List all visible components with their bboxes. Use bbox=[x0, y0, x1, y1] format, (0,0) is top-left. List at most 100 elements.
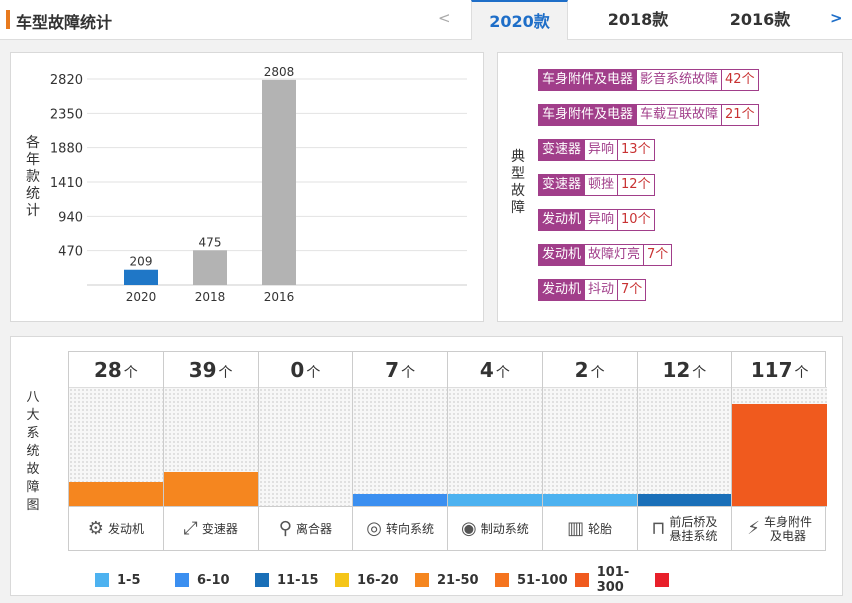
legend-label: 51-100 bbox=[517, 572, 568, 588]
system-bar-area bbox=[353, 388, 447, 506]
side-label-char: 统 bbox=[26, 444, 40, 459]
fault-item[interactable]: 变速器 异响 13个 bbox=[538, 139, 655, 161]
tire-icon: ▥ bbox=[567, 518, 585, 539]
system-label-text: 变速器 bbox=[201, 521, 238, 536]
fault-name: 异响 bbox=[585, 209, 619, 231]
gearshift-icon: ⤢ bbox=[183, 518, 198, 539]
fault-category: 车身附件及电器 bbox=[538, 104, 638, 126]
fault-item[interactable]: 变速器 顿挫 12个 bbox=[538, 174, 655, 196]
bar-value-label: 2808 bbox=[264, 65, 295, 79]
system-count-unit: 个 bbox=[218, 365, 233, 381]
fault-name: 故障灯亮 bbox=[585, 244, 645, 266]
system-label: ⚙ 发动机 bbox=[69, 506, 163, 550]
fault-name: 顿挫 bbox=[585, 174, 619, 196]
legend: 1-5 6-10 11-15 16-20 21-50 51-100 101-300 bbox=[95, 565, 735, 595]
system-label-text: 制动系统 bbox=[480, 521, 529, 536]
system-label: ⚲ 离合器 bbox=[258, 506, 353, 550]
legend-item: 6-10 bbox=[175, 565, 255, 595]
legend-label: 101-300 bbox=[596, 565, 630, 595]
system-count-value: 2 bbox=[574, 358, 589, 382]
x-tick-label: 2016 bbox=[264, 290, 295, 304]
page-title: 车型故障统计 bbox=[16, 13, 113, 32]
system-count-unit: 个 bbox=[401, 365, 416, 381]
side-label-char: 典 bbox=[511, 149, 525, 165]
legend-swatch bbox=[175, 573, 189, 587]
system-column[interactable]: 12 个 ⊓ 前后桥及 悬挂系统 bbox=[637, 352, 733, 550]
side-label-char: 故 bbox=[26, 462, 40, 477]
year-bar-chart: 470 940 1410 1880 2350 2820 209 2020 475 2018 2808… bbox=[50, 65, 467, 304]
next-arrow[interactable]: > bbox=[830, 9, 843, 27]
fault-count: 12个 bbox=[618, 174, 655, 196]
system-count-value: 117 bbox=[750, 358, 793, 382]
system-column[interactable]: 28 个 ⚙ 发动机 bbox=[69, 352, 164, 550]
fault-name: 异响 bbox=[585, 139, 619, 161]
x-tick-label: 2018 bbox=[195, 290, 226, 304]
system-column[interactable]: 39 个 ⤢ 变速器 bbox=[163, 352, 259, 550]
axle-icon: ⊓ bbox=[651, 518, 666, 539]
fault-name: 抖动 bbox=[585, 279, 619, 301]
system-bar-area bbox=[637, 388, 732, 506]
legend-swatch bbox=[415, 573, 429, 587]
fault-item[interactable]: 车身附件及电器 车载互联故障 21个 bbox=[538, 104, 759, 126]
tab-2020[interactable]: 2020款 bbox=[471, 0, 568, 40]
bar-2016 bbox=[262, 79, 296, 286]
title-accent bbox=[6, 10, 10, 29]
system-count-value: 28 bbox=[93, 358, 122, 382]
fault-count: 42个 bbox=[722, 69, 759, 91]
fault-category: 发动机 bbox=[538, 209, 586, 231]
legend-item: 21-50 bbox=[415, 565, 495, 595]
system-label-text: 离合器 bbox=[295, 521, 332, 536]
system-column[interactable]: 2 个 ▥ 轮胎 bbox=[542, 352, 638, 550]
system-count-value: 12 bbox=[662, 358, 691, 382]
fault-count: 10个 bbox=[618, 209, 655, 231]
legend-swatch bbox=[575, 573, 589, 587]
system-label-text: 车身附件 及电器 bbox=[764, 515, 812, 543]
bar-2020 bbox=[124, 269, 158, 285]
tab-2016[interactable]: 2016款 bbox=[712, 0, 808, 40]
system-column[interactable]: 0 个 ⚲ 离合器 bbox=[258, 352, 354, 550]
tab-2018[interactable]: 2018款 bbox=[588, 0, 688, 40]
system-count: 7个 bbox=[353, 352, 447, 388]
fault-item[interactable]: 发动机 故障灯亮 7个 bbox=[538, 244, 673, 266]
system-label-line: 及电器 bbox=[769, 528, 806, 543]
system-count: 117 个 bbox=[732, 352, 827, 388]
side-label-char: 大 bbox=[26, 408, 40, 423]
legend-label: 16-20 bbox=[357, 572, 399, 588]
year-chart-panel: 各年款统计 470 940 1410 1880 2350 2820 209 2020 475 20… bbox=[10, 52, 484, 322]
fault-category: 发动机 bbox=[538, 279, 586, 301]
side-label-char: 故 bbox=[511, 183, 525, 199]
systems-panel: 八大系统故障图 28 个 ⚙ 发动机 39 个 ⤢ 变速器 0 个 ⚲ 离合器 7 个 ◎ 转向系统 4 个 ◉ 制动… bbox=[10, 336, 843, 596]
system-column[interactable]: 4 个 ◉ 制动系统 bbox=[448, 352, 543, 550]
system-label-text: 轮胎 bbox=[588, 521, 613, 536]
y-tick-label: 1410 bbox=[50, 176, 83, 191]
legend-item: 1-5 bbox=[95, 565, 175, 595]
legend-swatch bbox=[95, 573, 109, 587]
prev-arrow[interactable]: < bbox=[438, 9, 451, 27]
system-label: ⚡ 车身附件 及电器 bbox=[732, 506, 827, 550]
system-count: 2个 bbox=[542, 352, 637, 388]
system-label: ◉ 制动系统 bbox=[448, 506, 542, 550]
fault-item[interactable]: 车身附件及电器 影音系统故障 42个 bbox=[538, 69, 759, 91]
system-label-line: 悬挂系统 bbox=[669, 528, 718, 543]
legend-swatch bbox=[655, 573, 669, 587]
bar-value-label: 475 bbox=[199, 235, 222, 249]
system-count-unit: 个 bbox=[794, 365, 809, 381]
system-count: 28 个 bbox=[69, 352, 163, 388]
brake-disc-icon: ◉ bbox=[461, 518, 477, 539]
side-label-char: 障 bbox=[26, 480, 40, 495]
fault-item[interactable]: 发动机 异响 10个 bbox=[538, 209, 655, 231]
system-bar-area bbox=[448, 388, 542, 506]
side-label-char: 八 bbox=[26, 390, 40, 405]
system-bar-area bbox=[69, 388, 163, 506]
bar-2018 bbox=[193, 250, 227, 285]
side-label-char: 障 bbox=[511, 200, 525, 216]
fault-category: 发动机 bbox=[538, 244, 586, 266]
legend-label: 1-5 bbox=[117, 572, 141, 588]
fault-item[interactable]: 发动机 抖动 7个 bbox=[538, 279, 647, 301]
system-label: ⤢ 变速器 bbox=[163, 506, 258, 550]
fault-count: 7个 bbox=[644, 244, 673, 266]
system-label: ⊓ 前后桥及 悬挂系统 bbox=[637, 506, 732, 550]
system-bar bbox=[448, 493, 542, 506]
system-column[interactable]: 117 个 ⚡ 车身附件 及电器 bbox=[732, 352, 827, 550]
system-column[interactable]: 7 个 ◎ 转向系统 bbox=[353, 352, 448, 550]
